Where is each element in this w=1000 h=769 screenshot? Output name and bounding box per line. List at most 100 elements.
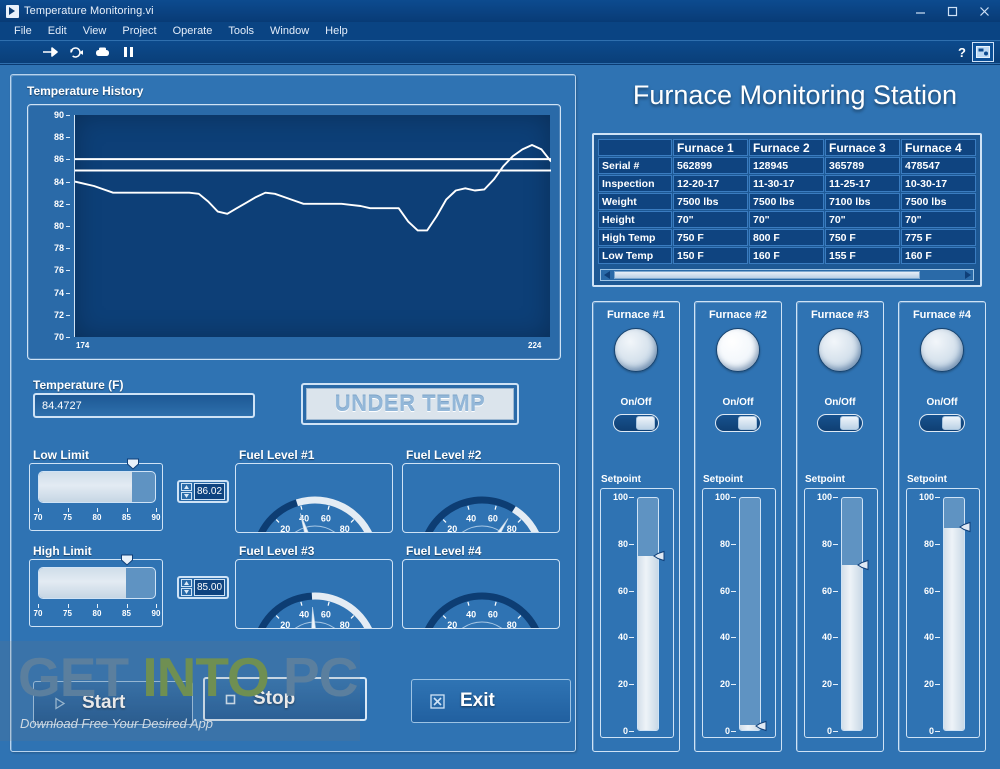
table-row-header[interactable]: Height [598, 211, 672, 228]
setpoint-thumb[interactable] [857, 559, 869, 571]
high-limit-spinner[interactable] [181, 579, 192, 596]
furnace-status-led[interactable] [920, 328, 964, 372]
low-limit-value[interactable]: 86.02 [194, 483, 225, 500]
furnace-status-led[interactable] [818, 328, 862, 372]
high-limit-value[interactable]: 85.00 [194, 579, 225, 596]
table-cell[interactable]: 70" [825, 211, 900, 228]
table-row-header[interactable]: Low Temp [598, 247, 672, 264]
table-cell[interactable]: 750 F [673, 229, 748, 246]
fuel-gauge-2[interactable]: 020406080100 [402, 463, 560, 533]
high-limit-track[interactable] [38, 567, 156, 599]
table-cell[interactable]: 70" [901, 211, 976, 228]
table-cell[interactable]: 7500 lbs [673, 193, 748, 210]
table-row-header[interactable]: Serial # [598, 157, 672, 174]
setpoint-thumb[interactable] [959, 522, 971, 533]
low-limit-spin-down[interactable] [181, 492, 192, 500]
pause-icon[interactable] [118, 43, 138, 61]
high-limit-thumb[interactable] [120, 554, 133, 566]
table-cell[interactable]: 70" [673, 211, 748, 228]
low-limit-track[interactable] [38, 471, 156, 503]
table-row-header[interactable]: Inspection [598, 175, 672, 192]
low-limit-spinner[interactable] [181, 483, 192, 500]
table-cell[interactable]: 7500 lbs [901, 193, 976, 210]
high-limit-spin-down[interactable] [181, 588, 192, 596]
table-column-header[interactable]: Furnace 1 [673, 139, 748, 156]
table-corner-cell[interactable] [598, 139, 672, 156]
high-limit-numeric[interactable]: 85.00 [177, 576, 229, 599]
menu-item-help[interactable]: Help [317, 22, 356, 40]
maximize-icon[interactable] [936, 0, 968, 22]
furnace-status-led[interactable] [716, 328, 760, 372]
fuel-gauge-4[interactable]: 020406080100 [402, 559, 560, 629]
table-horizontal-scrollbar[interactable] [600, 269, 974, 281]
table-cell[interactable]: 12-20-17 [673, 175, 748, 192]
table-cell[interactable]: 775 F [901, 229, 976, 246]
low-limit-slider[interactable]: 70 75 80 85 90 [29, 458, 163, 531]
high-limit-spin-up[interactable] [181, 579, 192, 587]
table-cell[interactable]: 150 F [673, 247, 748, 264]
onoff-toggle[interactable] [613, 414, 659, 432]
close-icon[interactable] [968, 0, 1000, 22]
table-cell[interactable]: 11-30-17 [749, 175, 824, 192]
low-limit-numeric[interactable]: 86.02 [177, 480, 229, 503]
table-cell[interactable]: 128945 [749, 157, 824, 174]
onoff-toggle[interactable] [919, 414, 965, 432]
furnace-data-table[interactable]: Furnace 1 Furnace 2 Furnace 3 Furnace 4 Seri… [592, 133, 982, 287]
table-cell[interactable]: 11-25-17 [825, 175, 900, 192]
help-icon[interactable]: ? [958, 45, 966, 60]
table-row-header[interactable]: High Temp [598, 229, 672, 246]
table-cell[interactable]: 365789 [825, 157, 900, 174]
low-limit-spin-up[interactable] [181, 483, 192, 491]
setpoint-slider[interactable]: 100 80 60 40 20 0 [600, 488, 674, 738]
high-limit-slider[interactable]: 70 75 80 85 90 [29, 554, 163, 627]
table-cell[interactable]: 7500 lbs [749, 193, 824, 210]
minimize-icon[interactable] [904, 0, 936, 22]
left-arrow-icon[interactable] [601, 270, 613, 280]
table-cell[interactable]: 160 F [749, 247, 824, 264]
setpoint-thumb[interactable] [653, 550, 665, 561]
setpoint-track[interactable] [637, 497, 659, 731]
table-column-header[interactable]: Furnace 4 [901, 139, 976, 156]
setpoint-slider[interactable]: 100 80 60 40 20 0 [702, 488, 776, 738]
table-column-header[interactable]: Furnace 2 [749, 139, 824, 156]
run-arrow-icon[interactable] [40, 43, 60, 61]
temperature-value-field[interactable]: 84.4727 [33, 393, 255, 418]
table-cell[interactable]: 800 F [749, 229, 824, 246]
menu-item-operate[interactable]: Operate [165, 22, 221, 40]
table-row-header[interactable]: Weight [598, 193, 672, 210]
setpoint-thumb[interactable] [755, 721, 767, 732]
setpoint-slider[interactable]: 100 80 60 40 20 0 [906, 488, 980, 738]
start-button[interactable]: Start [33, 681, 193, 725]
fuel-gauge-1[interactable]: 020406080100 [235, 463, 393, 533]
setpoint-slider[interactable]: 100 80 60 40 20 0 [804, 488, 878, 738]
stop-button[interactable]: Stop [203, 677, 367, 721]
table-cell[interactable]: 10-30-17 [901, 175, 976, 192]
menu-item-window[interactable]: Window [262, 22, 317, 40]
menu-item-project[interactable]: Project [114, 22, 164, 40]
table-cell[interactable]: 160 F [901, 247, 976, 264]
temperature-history-chart[interactable]: 70 72 74 76 78 80 82 84 86 88 90 174 224 [27, 104, 561, 360]
menu-item-edit[interactable]: Edit [40, 22, 75, 40]
table-cell[interactable]: 7100 lbs [825, 193, 900, 210]
table-cell[interactable]: 70" [749, 211, 824, 228]
low-limit-thumb[interactable] [126, 458, 139, 470]
menu-item-file[interactable]: File [6, 22, 40, 40]
onoff-toggle[interactable] [715, 414, 761, 432]
scrollbar-thumb[interactable] [614, 271, 920, 279]
table-cell[interactable]: 562899 [673, 157, 748, 174]
fuel-gauge-3[interactable]: 020406080100 [235, 559, 393, 629]
table-column-header[interactable]: Furnace 3 [825, 139, 900, 156]
setpoint-track[interactable] [841, 497, 863, 731]
front-panel-icon[interactable] [972, 42, 994, 62]
table-cell[interactable]: 155 F [825, 247, 900, 264]
run-continuously-icon[interactable] [66, 43, 86, 61]
abort-icon[interactable] [92, 43, 112, 61]
menu-item-tools[interactable]: Tools [220, 22, 262, 40]
table-cell[interactable]: 750 F [825, 229, 900, 246]
furnace-status-led[interactable] [614, 328, 658, 372]
right-arrow-icon[interactable] [961, 270, 973, 280]
setpoint-track[interactable] [739, 497, 761, 731]
table-cell[interactable]: 478547 [901, 157, 976, 174]
onoff-toggle[interactable] [817, 414, 863, 432]
menu-item-view[interactable]: View [75, 22, 115, 40]
